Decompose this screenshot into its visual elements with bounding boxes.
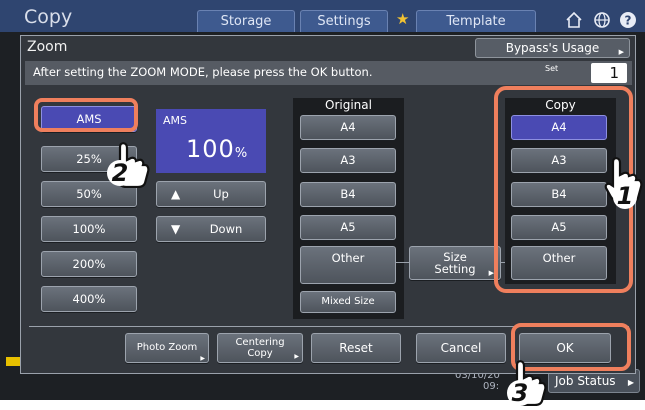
info-bar: After setting the ZOOM MODE, please pres… — [25, 61, 632, 85]
zoom-400-button[interactable]: 400% — [41, 286, 137, 312]
zoom-up-label: Up — [213, 187, 229, 201]
step-number-2: 2 — [107, 160, 133, 186]
zoom-ratio-value: 100% — [186, 135, 248, 163]
original-other-button[interactable]: Other — [300, 246, 396, 284]
step-number-3: 3 — [507, 380, 533, 406]
mixed-size-button[interactable]: Mixed Size — [300, 291, 396, 313]
zoom-ratio-number: 100 — [186, 135, 235, 163]
status-strip — [6, 357, 20, 366]
zoom-200-button[interactable]: 200% — [41, 251, 137, 277]
size-setting-button[interactable]: Size Setting ▶ — [409, 246, 501, 280]
app-title: Copy — [24, 6, 73, 28]
zoom-down-label: Down — [209, 222, 243, 236]
zoom-up-button[interactable]: ▲ Up — [156, 181, 266, 207]
original-title: Original — [325, 98, 372, 112]
arrow-right-icon: ▶ — [200, 355, 205, 362]
photo-zoom-label: Photo Zoom — [136, 342, 198, 353]
home-icon[interactable] — [563, 10, 585, 32]
connector-line — [396, 262, 410, 263]
dialog-title: Zoom — [27, 39, 68, 55]
job-status-label: Job Status — [555, 374, 616, 388]
zoom-dialog: Zoom Bypass's Usage ▶ After setting the … — [20, 35, 636, 374]
centering-line1: Centering — [235, 337, 285, 348]
set-count-field[interactable]: 1 — [591, 63, 627, 83]
cancel-button[interactable]: Cancel — [416, 333, 506, 363]
size-setting-line2: Setting — [434, 262, 476, 276]
centering-copy-button[interactable]: Centering Copy ▶ — [217, 333, 303, 363]
svg-text:?: ? — [625, 14, 632, 28]
triangle-up-icon: ▲ — [171, 187, 181, 201]
original-a4-button[interactable]: A4 — [300, 115, 396, 140]
clock-time: 09: — [483, 381, 500, 392]
zoom-mode-label: AMS — [163, 114, 187, 127]
zoom-down-button[interactable]: ▼ Down — [156, 216, 266, 242]
star-icon: ★ — [396, 10, 410, 28]
zoom-ratio-unit: % — [234, 146, 249, 161]
bypass-usage-button[interactable]: Bypass's Usage ▶ — [475, 38, 630, 58]
bypass-usage-label: Bypass's Usage — [505, 41, 600, 55]
tab-storage[interactable]: Storage — [197, 10, 295, 32]
arrow-right-icon: ▶ — [294, 353, 299, 360]
zoom-ratio-display: AMS 100% — [156, 109, 266, 173]
info-message: After setting the ZOOM MODE, please pres… — [33, 65, 373, 79]
highlight-ams — [34, 98, 138, 132]
globe-icon[interactable] — [591, 10, 613, 32]
original-a3-button[interactable]: A3 — [300, 148, 396, 173]
help-icon[interactable]: ? — [617, 10, 639, 32]
step-number-1: 1 — [613, 183, 637, 209]
tab-template[interactable]: Template — [416, 10, 536, 32]
original-size-panel: Original A4 A3 B4 A5 Other Mixed Size — [293, 98, 404, 319]
set-label: Set — [545, 64, 559, 73]
original-b4-button[interactable]: B4 — [300, 182, 396, 207]
zoom-100-button[interactable]: 100% — [41, 216, 137, 242]
photo-zoom-button[interactable]: Photo Zoom ▶ — [125, 333, 209, 363]
reset-button[interactable]: Reset — [311, 333, 401, 363]
arrow-right-icon: ▶ — [627, 378, 634, 387]
arrow-right-icon: ▶ — [618, 48, 624, 56]
triangle-down-icon: ▼ — [171, 222, 181, 236]
tab-settings[interactable]: Settings — [300, 10, 388, 32]
top-bar: Copy Storage Settings ★ Template ? — [0, 0, 645, 32]
centering-line2: Copy — [247, 348, 273, 359]
original-a5-button[interactable]: A5 — [300, 215, 396, 240]
